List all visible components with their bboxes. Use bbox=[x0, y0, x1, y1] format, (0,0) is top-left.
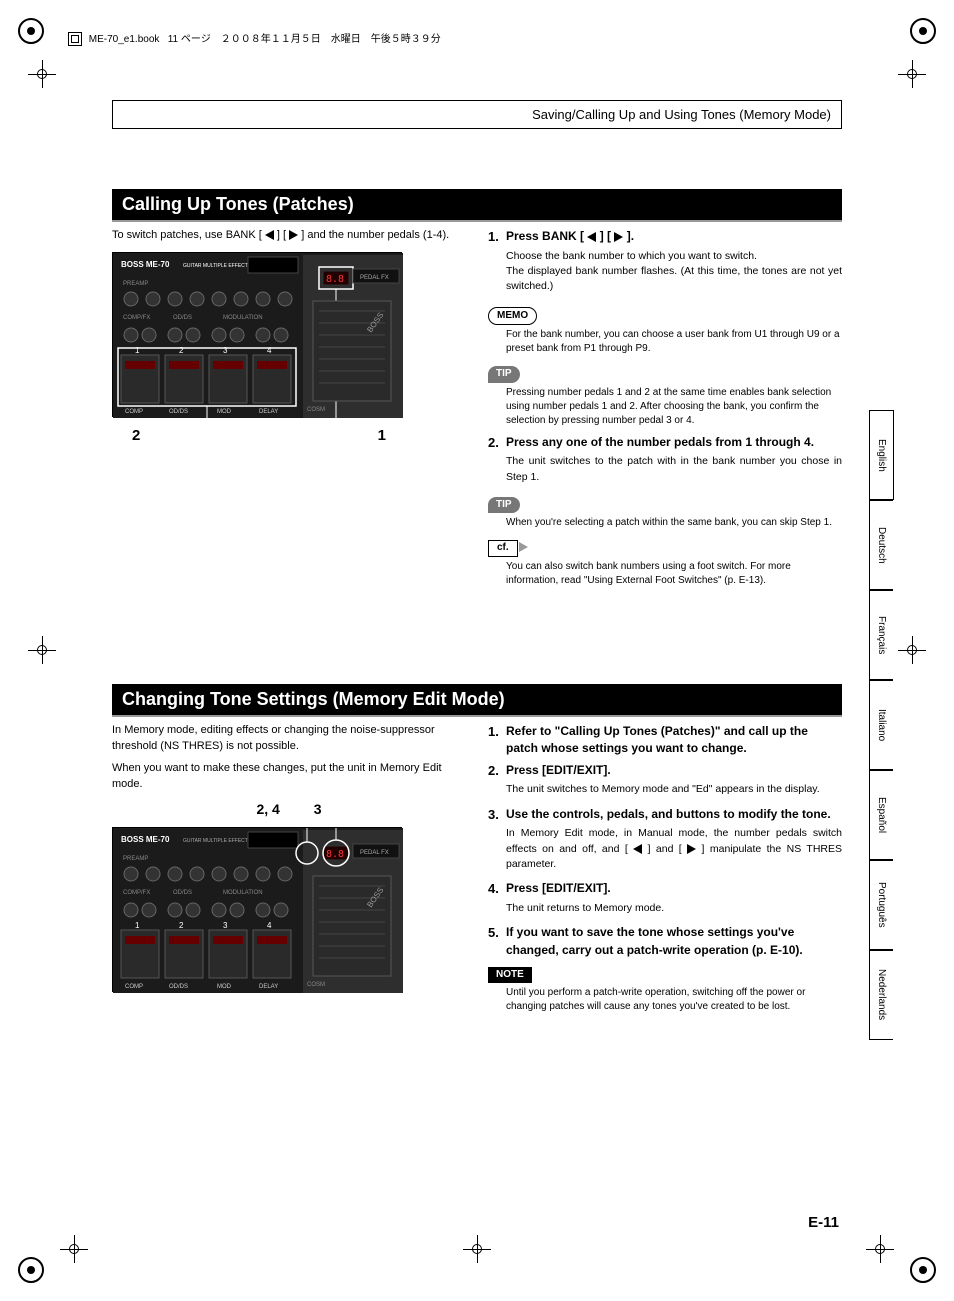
device-diagram-2: BOSS ME-70 GUITAR MULTIPLE EFFECTS 8.8 P… bbox=[112, 827, 402, 992]
left-arrow-icon bbox=[587, 232, 596, 242]
section-title-1: Calling Up Tones (Patches) bbox=[112, 189, 842, 222]
crop-cross-icon bbox=[60, 1235, 88, 1263]
left-arrow-icon bbox=[265, 230, 274, 240]
tip-body: When you're selecting a patch within the… bbox=[506, 516, 842, 530]
svg-text:DELAY: DELAY bbox=[259, 409, 278, 415]
right-arrow-icon bbox=[289, 230, 298, 240]
right-arrow-icon bbox=[687, 844, 696, 854]
crop-cross-icon bbox=[28, 60, 56, 88]
step-2: 2.Press [EDIT/EXIT]. The unit switches t… bbox=[488, 762, 842, 798]
diagram-callouts: 2 1 bbox=[112, 425, 466, 447]
svg-text:OD/DS: OD/DS bbox=[169, 984, 188, 990]
intro-text: In Memory mode, editing effects or chang… bbox=[112, 723, 466, 755]
tip-body: Pressing number pedals 1 and 2 at the sa… bbox=[506, 386, 842, 428]
svg-text:MOD: MOD bbox=[217, 984, 232, 990]
cf-body: You can also switch bank numbers using a… bbox=[506, 560, 842, 588]
intro-text: When you want to make these changes, put… bbox=[112, 761, 466, 793]
cf-tag: cf. bbox=[488, 540, 518, 557]
crop-mark-icon bbox=[18, 1257, 44, 1283]
crop-mark-icon bbox=[18, 18, 44, 44]
svg-text:BOSS ME-70: BOSS ME-70 bbox=[121, 835, 170, 844]
svg-text:COMP/FX: COMP/FX bbox=[123, 890, 150, 896]
memo-body: For the bank number, you can choose a us… bbox=[506, 328, 842, 356]
page-date: 11 ページ ２００８年１１月５日 水曜日 午後５時３９分 bbox=[168, 34, 441, 45]
svg-text:8.8: 8.8 bbox=[326, 274, 344, 285]
lang-tab-portugues[interactable]: Português bbox=[869, 860, 893, 950]
tip-tag: TIP bbox=[488, 366, 520, 383]
lang-tab-deutsch[interactable]: Deutsch bbox=[869, 500, 893, 590]
language-tabs: English Deutsch Français Italiano Españo… bbox=[869, 410, 909, 1040]
svg-text:COSM: COSM bbox=[307, 982, 325, 988]
svg-text:MOD: MOD bbox=[217, 409, 232, 415]
left-arrow-icon bbox=[633, 844, 642, 854]
svg-text:PREAMP: PREAMP bbox=[123, 281, 148, 287]
svg-text:2: 2 bbox=[179, 921, 184, 930]
right-arrow-icon bbox=[614, 232, 623, 242]
svg-text:GUITAR MULTIPLE EFFECTS: GUITAR MULTIPLE EFFECTS bbox=[183, 263, 252, 269]
svg-text:OD/DS: OD/DS bbox=[173, 315, 192, 321]
svg-text:OD/DS: OD/DS bbox=[173, 890, 192, 896]
tip-tag: TIP bbox=[488, 497, 520, 514]
crop-cross-icon bbox=[898, 60, 926, 88]
svg-text:OD/DS: OD/DS bbox=[169, 409, 188, 415]
step-2: 2. Press any one of the number pedals fr… bbox=[488, 434, 842, 485]
svg-text:4: 4 bbox=[267, 921, 272, 930]
svg-text:COMP/FX: COMP/FX bbox=[123, 315, 150, 321]
svg-text:8.8: 8.8 bbox=[326, 849, 344, 860]
svg-text:MODULATION: MODULATION bbox=[223, 315, 263, 321]
svg-text:PEDAL FX: PEDAL FX bbox=[360, 850, 389, 856]
lang-tab-nederlands[interactable]: Nederlands bbox=[869, 950, 893, 1040]
note-tag: NOTE bbox=[488, 967, 532, 984]
lang-tab-english[interactable]: English bbox=[869, 410, 894, 500]
svg-text:COMP: COMP bbox=[125, 409, 143, 415]
note-body: Until you perform a patch-write operatio… bbox=[506, 986, 842, 1014]
section-title-2: Changing Tone Settings (Memory Edit Mode… bbox=[112, 684, 842, 717]
crop-mark-icon bbox=[910, 1257, 936, 1283]
svg-text:DELAY: DELAY bbox=[259, 984, 278, 990]
book-icon bbox=[68, 32, 82, 46]
svg-text:1: 1 bbox=[135, 921, 140, 930]
crop-cross-icon bbox=[463, 1235, 491, 1263]
crop-mark-icon bbox=[910, 18, 936, 44]
memo-tag: MEMO bbox=[488, 307, 537, 326]
device-diagram-1: BOSS ME-70 GUITAR MULTIPLE EFFECTS 8.8 P… bbox=[112, 252, 402, 417]
svg-text:3: 3 bbox=[223, 921, 228, 930]
svg-text:GUITAR MULTIPLE EFFECTS: GUITAR MULTIPLE EFFECTS bbox=[183, 838, 252, 844]
lang-tab-italiano[interactable]: Italiano bbox=[869, 680, 893, 770]
svg-text:COMP: COMP bbox=[125, 984, 143, 990]
svg-text:PEDAL FX: PEDAL FX bbox=[360, 275, 389, 281]
right-arrow-icon bbox=[519, 542, 528, 552]
step-5: 5.If you want to save the tone whose set… bbox=[488, 924, 842, 959]
crop-cross-icon bbox=[28, 636, 56, 664]
svg-text:BOSS ME-70: BOSS ME-70 bbox=[121, 260, 170, 269]
step-1: 1. Press BANK [ ] [ ]. Choose the bank n… bbox=[488, 228, 842, 295]
step-3: 3.Use the controls, pedals, and buttons … bbox=[488, 806, 842, 873]
svg-text:PREAMP: PREAMP bbox=[123, 856, 148, 862]
svg-text:COSM: COSM bbox=[307, 407, 325, 413]
lang-tab-francais[interactable]: Français bbox=[869, 590, 893, 680]
page-meta: ME-70_e1.book 11 ページ ２００８年１１月５日 水曜日 午後５時… bbox=[68, 30, 441, 46]
callout-2: 2 bbox=[132, 425, 140, 447]
step-4: 4.Press [EDIT/EXIT]. The unit returns to… bbox=[488, 880, 842, 916]
crop-cross-icon bbox=[866, 1235, 894, 1263]
step-1: 1.Refer to "Calling Up Tones (Patches)" … bbox=[488, 723, 842, 758]
diagram-callouts-top: 2, 4 3 bbox=[112, 799, 466, 819]
svg-text:MODULATION: MODULATION bbox=[223, 890, 263, 896]
intro-text: To switch patches, use BANK [ ] [ ] and … bbox=[112, 228, 466, 244]
file-name: ME-70_e1.book bbox=[89, 34, 160, 45]
callout-1: 1 bbox=[378, 425, 386, 447]
lang-tab-espanol[interactable]: Español bbox=[869, 770, 893, 860]
chapter-title: Saving/Calling Up and Using Tones (Memor… bbox=[112, 100, 842, 129]
page-number: E-11 bbox=[808, 1214, 839, 1231]
